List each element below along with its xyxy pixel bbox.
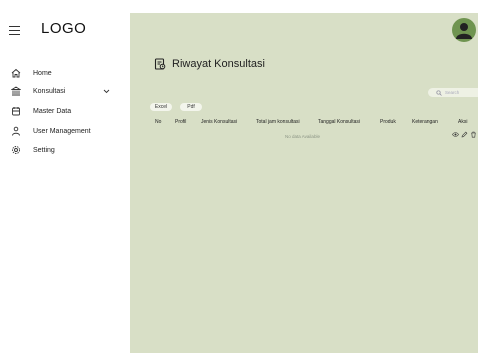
sidebar: LOGO Home Konsultasi Master Data User Ma… [0,0,130,353]
search-input[interactable]: Search [428,88,478,97]
empty-table-message: No data Available [285,134,320,139]
database-icon [10,106,21,117]
user-avatar-icon[interactable] [452,18,476,42]
page-title: Riwayat Konsultasi [154,58,265,70]
column-header-total-jam: Total jam konsultasi [256,119,300,125]
sidebar-item-konsultasi[interactable]: Konsultasi [10,84,125,98]
search-placeholder: Search [445,90,460,95]
home-icon [10,68,21,79]
column-header-produk: Produk [380,119,396,125]
sidebar-item-label: User Management [33,127,91,135]
search-icon [436,89,442,96]
column-header-keterangan: Keterangan [412,119,438,125]
sidebar-item-label: Setting [33,146,55,154]
export-excel-button[interactable]: Excel [150,103,172,111]
export-pdf-button[interactable]: Pdf [180,103,202,111]
column-header-tanggal: Tanggal Konsultasi [318,119,360,125]
column-header-aksi: Aksi [458,119,468,125]
sidebar-item-home[interactable]: Home [10,66,125,80]
sidebar-item-label: Home [33,69,52,77]
bank-icon [10,86,21,97]
column-header-profil: Profil [175,119,187,125]
sidebar-item-label: Master Data [33,107,72,115]
column-header-jenis-konsultasi: Jenis Konsultasi [201,119,238,125]
user-icon [10,126,21,137]
sidebar-item-setting[interactable]: Setting [10,143,125,157]
menu-toggle-icon[interactable] [9,26,20,35]
chevron-down-icon[interactable] [103,84,110,97]
delete-icon[interactable] [470,131,477,138]
sidebar-item-master-data[interactable]: Master Data [10,104,125,118]
edit-icon[interactable] [461,131,468,138]
history-document-icon [154,58,166,70]
page-title-text: Riwayat Konsultasi [172,58,265,70]
logo: LOGO [41,20,87,37]
column-header-no: No [155,119,162,125]
sidebar-item-label: Konsultasi [33,87,66,95]
view-icon[interactable] [452,131,459,138]
gear-icon [10,145,21,156]
sidebar-item-user-management[interactable]: User Management [10,124,125,138]
